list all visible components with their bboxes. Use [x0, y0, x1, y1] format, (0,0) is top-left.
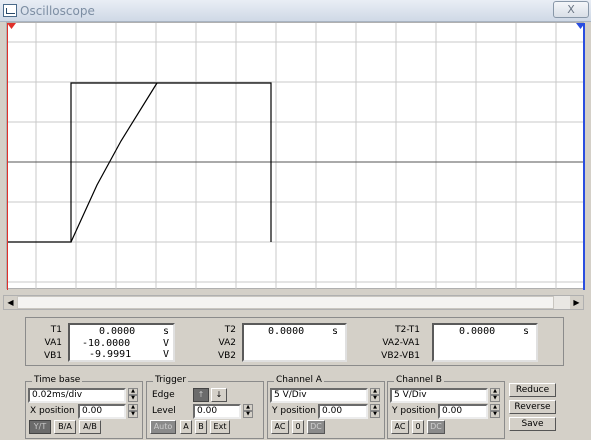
channel-a-vdiv-stepper[interactable]: ▲ ▼: [370, 388, 380, 403]
trigger-auto-button[interactable]: Auto: [150, 420, 176, 434]
channel-b-ypos-field[interactable]: 0.00: [438, 404, 488, 419]
vb2-label: VB2: [217, 351, 236, 361]
x-position-stepper[interactable]: ▲ ▼: [128, 404, 138, 419]
channel-b-dc-button[interactable]: DC: [427, 420, 445, 434]
timebase-field[interactable]: 0.02ms/div: [28, 388, 126, 403]
channel-a-ypos-field[interactable]: 0.00: [318, 404, 368, 419]
scroll-right-icon[interactable]: ▶: [570, 296, 583, 309]
trigger-a-button[interactable]: A: [180, 420, 192, 434]
diff-readout-box: 0.0000 s: [432, 323, 538, 362]
edge-rise-button[interactable]: ↑: [193, 388, 209, 402]
scroll-thumb[interactable]: [17, 296, 554, 309]
channel-a-ac-button[interactable]: AC: [271, 420, 289, 434]
va1-value: -10.0000: [82, 338, 131, 349]
close-button[interactable]: X: [553, 1, 589, 18]
channel-b-ypos-label: Y position: [392, 406, 437, 416]
channel-b-ac-button[interactable]: AC: [391, 420, 409, 434]
scroll-left-icon[interactable]: ◀: [4, 296, 17, 309]
oscilloscope-icon: [3, 4, 17, 17]
level-label: Level: [152, 406, 176, 416]
t1-time-value: 0.0000: [99, 326, 136, 337]
vb1-unit: V: [163, 349, 170, 360]
mode-ab-button[interactable]: A/B: [79, 420, 101, 434]
horizontal-scrollbar[interactable]: ◀ ▶: [3, 295, 584, 310]
diff-time-unit: s: [523, 326, 530, 337]
va1-label: VA1: [44, 338, 62, 348]
scope-grid: [7, 23, 585, 290]
t1-time-unit: s: [163, 326, 170, 337]
channel-a-ypos-stepper[interactable]: ▲ ▼: [370, 404, 380, 419]
diff-time-value: 0.0000: [459, 326, 496, 337]
va2-label: VA2: [218, 338, 236, 348]
mode-yt-button[interactable]: Y/T: [29, 420, 51, 434]
t1-cursor-marker: [7, 23, 16, 29]
title-bar: Oscilloscope X: [0, 0, 591, 22]
level-stepper[interactable]: ▲ ▼: [243, 404, 253, 419]
trigger-group: Trigger Edge ↑ ↓ Level 0.00 ▲ ▼ Auto A B …: [146, 375, 264, 439]
timebase-title: Time base: [32, 375, 83, 385]
level-field[interactable]: 0.00: [193, 404, 241, 419]
channel-b-vdiv-field[interactable]: 5 V/Div: [390, 388, 488, 403]
channel-b-ypos-stepper[interactable]: ▲ ▼: [490, 404, 500, 419]
channel-b-vdiv-stepper[interactable]: ▲ ▼: [490, 388, 500, 403]
channel-a-vdiv-field[interactable]: 5 V/Div: [270, 388, 368, 403]
t2-label: T2: [224, 325, 236, 335]
channel-b-zero-button[interactable]: 0: [412, 420, 424, 434]
channel-b-group: Channel B 5 V/Div ▲ ▼ Y position 0.00 ▲ ▼ …: [387, 375, 505, 439]
x-position-label: X position: [30, 406, 75, 416]
t2-readout-box: 0.0000 s: [242, 323, 347, 362]
va-diff-label: VA2-VA1: [382, 338, 420, 348]
channel-a-group: Channel A 5 V/Div ▲ ▼ Y position 0.00 ▲ ▼ …: [267, 375, 385, 439]
reverse-button[interactable]: Reverse: [509, 400, 556, 414]
channel-b-title: Channel B: [394, 375, 444, 385]
t1-label: T1: [50, 325, 62, 335]
mode-ba-button[interactable]: B/A: [54, 420, 76, 434]
channel-a-ypos-label: Y position: [272, 406, 317, 416]
reduce-button[interactable]: Reduce: [509, 383, 556, 397]
channel-a-dc-button[interactable]: DC: [307, 420, 325, 434]
t2-time-unit: s: [332, 326, 339, 337]
scope-display: [6, 22, 585, 290]
timebase-group: Time base 0.02ms/div ▲ ▼ X position 0.00 …: [25, 375, 143, 439]
t2-time-value: 0.0000: [268, 326, 305, 337]
cursor-readout-panel: T1 VA1 VB1 0.0000 s -10.0000 V -9.9991 V…: [25, 317, 564, 366]
edge-fall-button[interactable]: ↓: [211, 388, 227, 402]
edge-label: Edge: [152, 390, 175, 400]
window-title: Oscilloscope: [20, 4, 95, 18]
vb-diff-label: VB2-VB1: [381, 351, 420, 361]
va1-unit: V: [163, 338, 170, 349]
vb1-label: VB1: [43, 351, 62, 361]
trigger-ext-button[interactable]: Ext: [210, 420, 230, 434]
channel-a-title: Channel A: [274, 375, 324, 385]
x-position-field[interactable]: 0.00: [78, 404, 126, 419]
save-button[interactable]: Save: [509, 417, 556, 431]
trigger-title: Trigger: [153, 375, 189, 385]
timebase-stepper[interactable]: ▲ ▼: [128, 388, 138, 403]
trigger-b-button[interactable]: B: [195, 420, 207, 434]
t1-readout-box: 0.0000 s -10.0000 V -9.9991 V: [68, 323, 175, 362]
vb1-value: -9.9991: [89, 349, 132, 360]
channel-a-zero-button[interactable]: 0: [292, 420, 304, 434]
oscilloscope-window: Oscilloscope X ◀ ▶ T1 VA1 VB1 0.0000 s -…: [0, 0, 591, 440]
t2-t1-label: T2-T1: [395, 325, 420, 335]
